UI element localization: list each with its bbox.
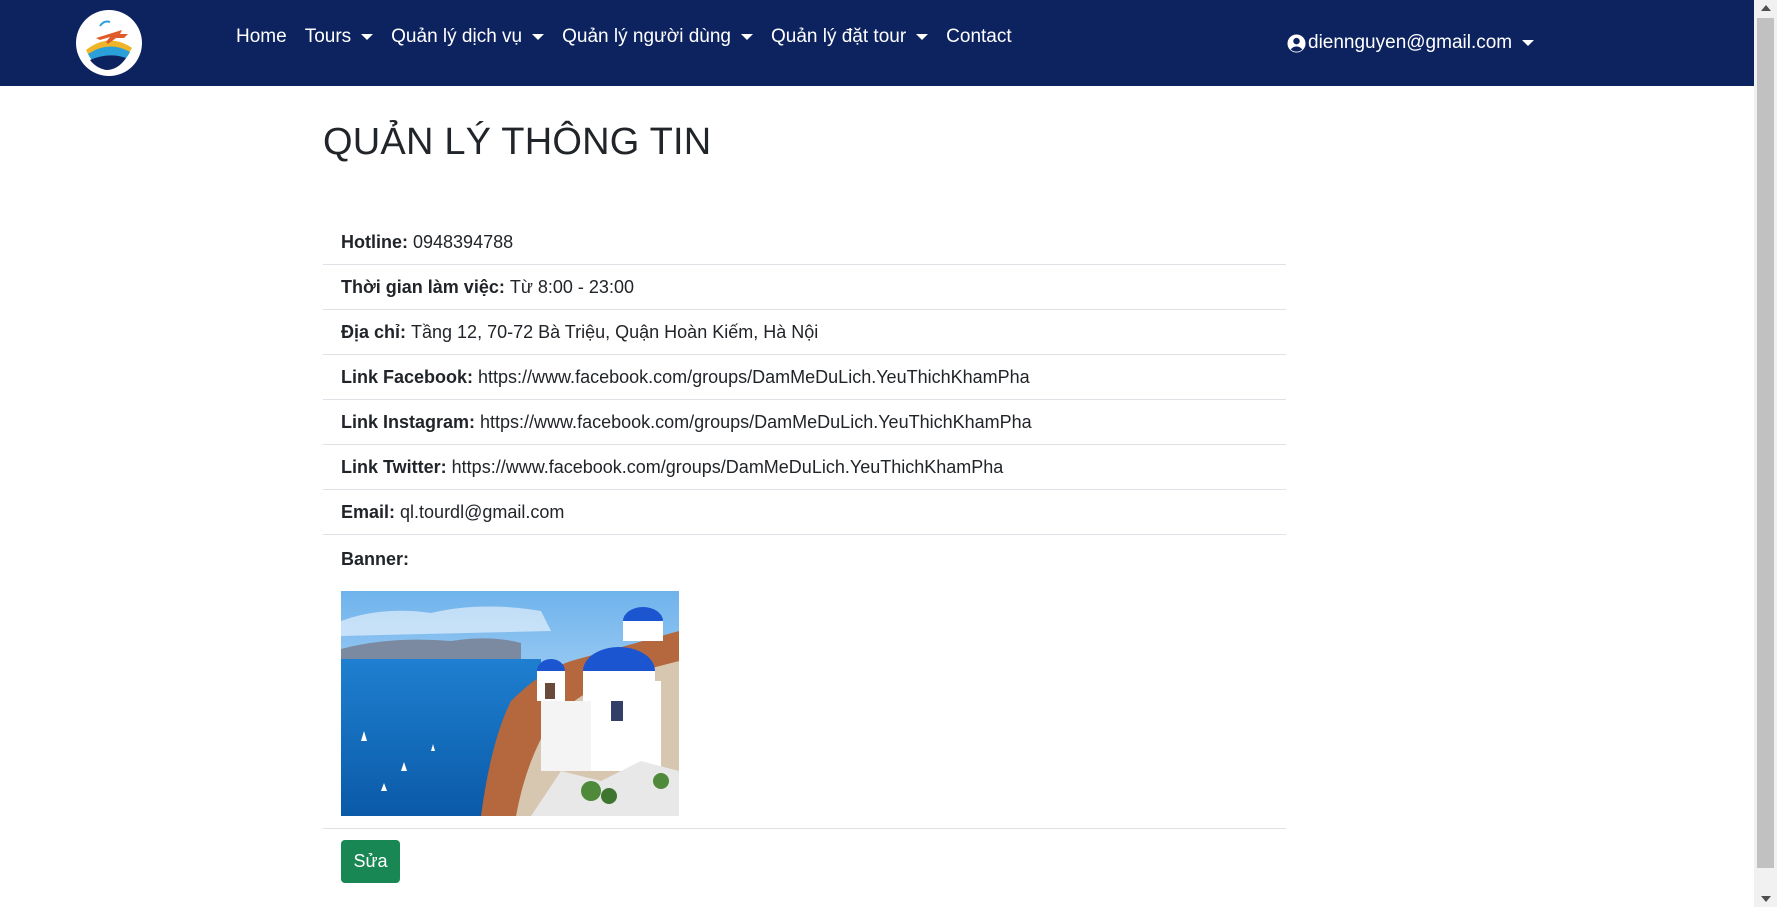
info-list: Hotline: 0948394788 Thời gian làm việc: … <box>323 220 1286 829</box>
hotline-row: Hotline: 0948394788 <box>323 220 1286 265</box>
instagram-label: Link Instagram: <box>341 411 476 432</box>
email-value: ql.tourdl@gmail.com <box>400 501 565 522</box>
caret-down-icon <box>532 34 545 40</box>
address-row: Địa chỉ: Tầng 12, 70-72 Bà Triệu, Quận H… <box>323 310 1286 355</box>
nav-service-management-label: Quản lý dịch vụ <box>391 26 523 47</box>
nav-user-management-dropdown[interactable]: Quản lý người dùng <box>562 26 753 48</box>
twitter-row: Link Twitter: https://www.facebook.com/g… <box>323 445 1286 490</box>
nav-tours-label: Tours <box>304 26 352 47</box>
user-menu-dropdown[interactable]: diennguyen@gmail.com <box>1287 0 1535 86</box>
caret-down-icon <box>361 34 374 40</box>
user-email: diennguyen@gmail.com <box>1308 32 1513 53</box>
vertical-scrollbar[interactable] <box>1754 0 1777 907</box>
facebook-row: Link Facebook: https://www.facebook.com/… <box>323 355 1286 400</box>
hotline-label: Hotline: <box>341 231 408 252</box>
working-hours-row: Thời gian làm việc: Từ 8:00 - 23:00 <box>323 265 1286 310</box>
address-value: Tầng 12, 70-72 Bà Triệu, Quận Hoàn Kiếm,… <box>411 321 819 342</box>
nav-contact[interactable]: Contact <box>946 26 1011 48</box>
nav-booking-management-dropdown[interactable]: Quản lý đặt tour <box>770 26 929 48</box>
scroll-thumb[interactable] <box>1757 18 1774 868</box>
banner-row: Banner: <box>323 535 1286 829</box>
nav-booking-management-label: Quản lý đặt tour <box>770 26 907 47</box>
banner-label: Banner: <box>341 549 410 569</box>
main-nav: Home Tours Quản lý dịch vụ Quản lý người… <box>236 0 1030 74</box>
twitter-value: https://www.facebook.com/groups/DamMeDuL… <box>451 456 1004 477</box>
user-circle-icon <box>1287 33 1306 53</box>
nav-tours-dropdown[interactable]: Tours <box>304 26 374 48</box>
working-hours-label: Thời gian làm việc: <box>341 276 505 297</box>
twitter-label: Link Twitter: <box>341 456 447 477</box>
instagram-row: Link Instagram: https://www.facebook.com… <box>323 400 1286 445</box>
travel-logo-icon[interactable] <box>76 10 142 76</box>
caret-down-icon <box>740 34 753 40</box>
scroll-up-icon[interactable] <box>1761 5 1771 11</box>
nav-service-management-dropdown[interactable]: Quản lý dịch vụ <box>391 26 545 48</box>
nav-user-management-label: Quản lý người dùng <box>562 26 731 47</box>
scroll-down-icon[interactable] <box>1761 896 1771 902</box>
nav-home-label: Home <box>236 26 287 47</box>
instagram-value: https://www.facebook.com/groups/DamMeDuL… <box>480 411 1032 432</box>
banner-image <box>341 591 679 816</box>
hotline-value: 0948394788 <box>413 231 514 252</box>
facebook-value: https://www.facebook.com/groups/DamMeDuL… <box>478 366 1030 387</box>
edit-button[interactable]: Sửa <box>341 840 400 883</box>
working-hours-value: Từ 8:00 - 23:00 <box>509 276 634 297</box>
caret-down-icon <box>916 34 929 40</box>
email-row: Email: ql.tourdl@gmail.com <box>323 490 1286 535</box>
nav-contact-label: Contact <box>946 26 1012 47</box>
page-title: QUẢN LÝ THÔNG TIN <box>323 121 712 163</box>
caret-down-icon <box>1522 40 1535 46</box>
email-label: Email: <box>341 501 396 522</box>
facebook-label: Link Facebook: <box>341 366 474 387</box>
top-navbar: Home Tours Quản lý dịch vụ Quản lý người… <box>0 0 1754 86</box>
address-label: Địa chỉ: <box>341 321 407 342</box>
nav-home[interactable]: Home <box>236 26 287 48</box>
